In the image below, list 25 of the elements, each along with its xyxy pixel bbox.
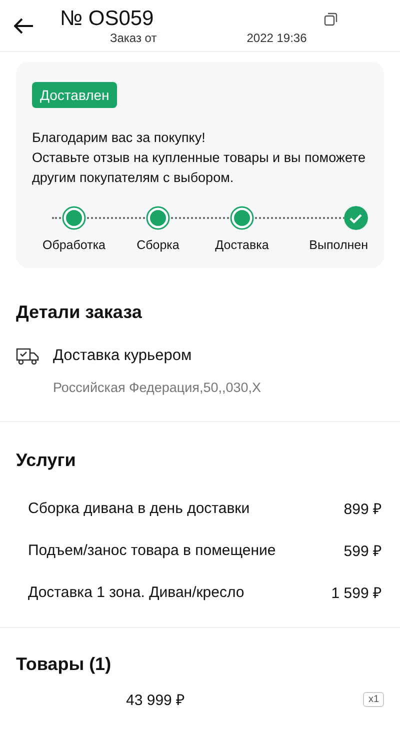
back-icon[interactable] — [14, 18, 34, 34]
order-date: 2022 19:36 — [246, 30, 307, 44]
thank-you-message: Благодарим вас за покупку! Оставьте отзыв на купленные товары и вы поможете другим покупателям с выбором. — [32, 129, 367, 187]
service-name: Доставка 1 зона. Диван/кресло — [28, 584, 244, 600]
truck-icon — [16, 347, 39, 365]
quantity-badge: x1 — [363, 692, 384, 706]
order-number: № OS059 — [60, 6, 154, 30]
step-label: Доставка — [215, 238, 269, 252]
product-price: 43 999 ₽ — [126, 691, 186, 709]
step-label: Выполнен — [309, 238, 368, 252]
section-title: Услуги — [16, 450, 77, 471]
service-price: 599 ₽ — [344, 542, 382, 560]
delivery-method: Доставка курьером — [53, 347, 192, 365]
service-price: 899 ₽ — [344, 500, 382, 518]
step-label: Обработка — [42, 238, 106, 252]
service-name: Подъем/занос товара в помещение — [28, 542, 276, 558]
delivery-address: Российская Федерация,50,,030,Х — [53, 379, 262, 397]
section-title: Товары (1) — [16, 654, 112, 675]
order-date: Заказ от — [110, 30, 157, 44]
copy-icon[interactable] — [324, 12, 338, 26]
status-badge: Доставлен — [32, 82, 118, 108]
step-label: Сборка — [136, 238, 180, 252]
service-price: 1 599 ₽ — [331, 584, 382, 602]
section-title: Детали заказа — [16, 302, 143, 323]
service-name: Сборка дивана в день доставки — [28, 500, 250, 516]
